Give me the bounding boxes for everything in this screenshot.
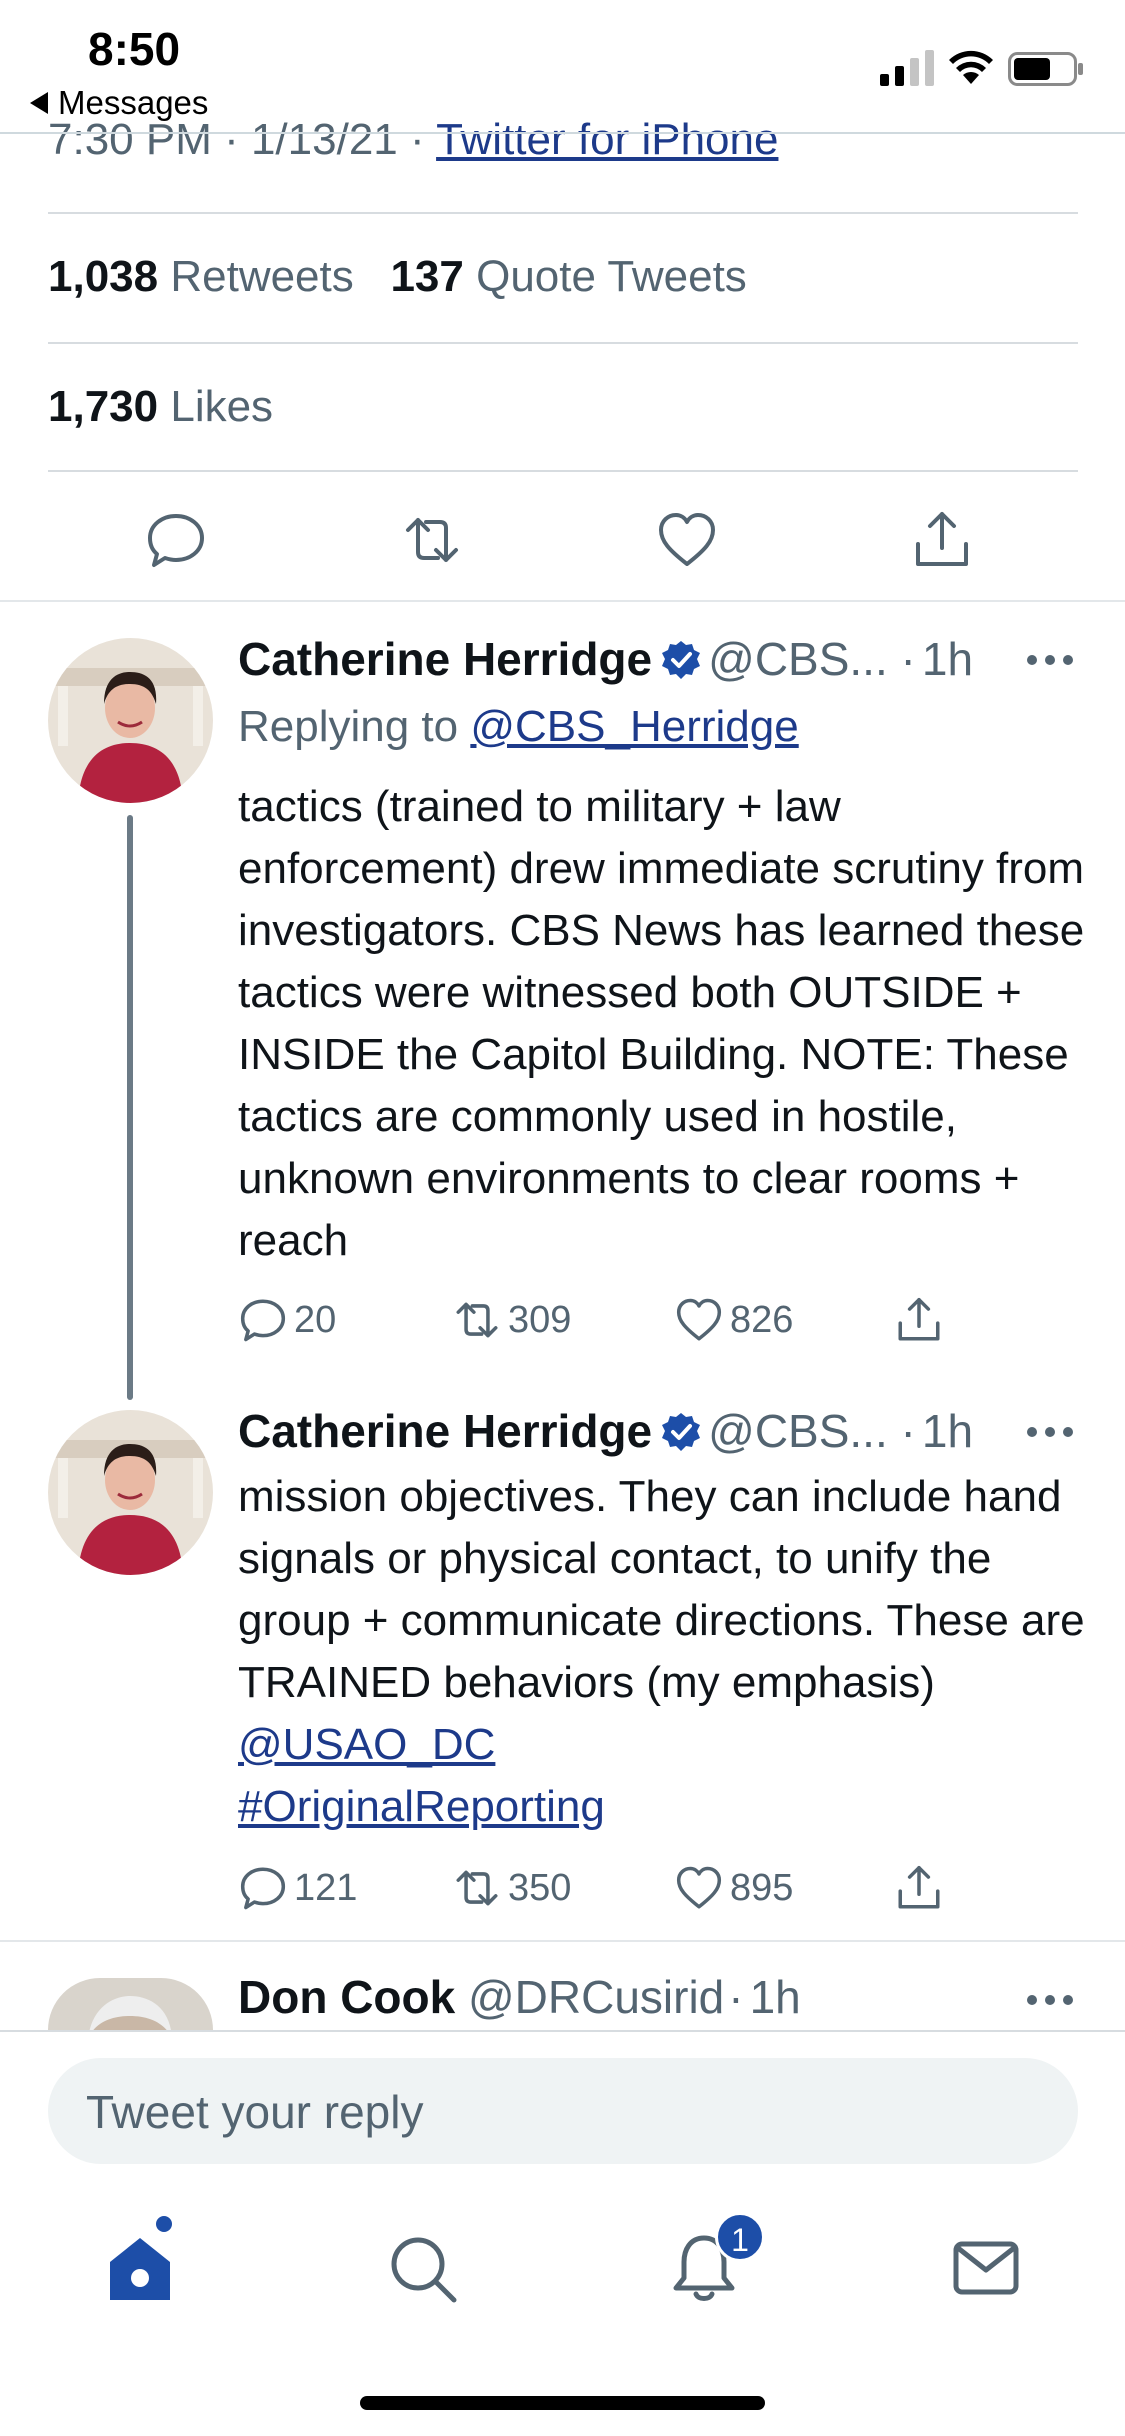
retweets-label: Retweets (170, 252, 354, 301)
author-name[interactable]: Catherine Herridge (238, 633, 652, 685)
tweet-time-date: 7:30 PM · 1/13/21 · (48, 115, 437, 164)
reply-icon[interactable] (144, 508, 208, 572)
verified-badge-icon (662, 641, 701, 679)
reply-button[interactable]: 121 (238, 1860, 357, 1916)
author-name[interactable]: Catherine Herridge (238, 1405, 652, 1457)
wifi-icon (949, 50, 993, 84)
retweet-icon (456, 1302, 498, 1338)
like-button[interactable]: 895 (674, 1860, 793, 1916)
more-options-icon[interactable] (1025, 650, 1075, 670)
tweet-text: mission objectives. They can include han… (238, 1466, 1098, 1838)
separator-dot: · (728, 1971, 744, 2023)
reply-button[interactable]: 20 (238, 1292, 336, 1348)
avatar-photo (48, 1410, 213, 1575)
retweets-count: 1,038 (48, 252, 159, 301)
home-icon[interactable] (100, 2228, 180, 2308)
composer-divider (0, 2030, 1125, 2032)
mention-link[interactable]: @USAO_DC (238, 1720, 495, 1769)
tweet-time: 1h (921, 1405, 974, 1457)
replying-to-handle-link[interactable]: @CBS_Herridge (470, 702, 798, 751)
divider (48, 212, 1078, 214)
status-bar-divider (0, 132, 1125, 134)
retweet-count: 350 (508, 1866, 572, 1909)
status-bar: 8:50 Messages (0, 0, 1125, 132)
share-button[interactable] (894, 1860, 944, 1916)
author-handle[interactable]: @CBS... (708, 1405, 900, 1457)
avatar-photo (48, 1978, 213, 2030)
author-handle[interactable]: @DRCusirid (468, 1971, 724, 2023)
search-icon[interactable] (382, 2228, 462, 2308)
home-indicator[interactable] (360, 2396, 765, 2410)
tweet-divider (0, 1940, 1125, 1942)
share-icon (898, 1297, 940, 1341)
retweet-button[interactable]: 309 (452, 1292, 571, 1348)
reply-composer-input[interactable]: Tweet your reply (48, 2058, 1078, 2164)
replying-to-label: Replying to (238, 702, 471, 751)
author-handle[interactable]: @CBS... (708, 633, 900, 685)
status-time: 8:50 (88, 23, 181, 75)
more-options-icon[interactable] (1025, 1990, 1075, 2010)
likes-label: Likes (170, 382, 274, 431)
back-arrow-icon (30, 92, 48, 114)
battery-icon (1008, 52, 1083, 86)
reply-count: 20 (294, 1298, 337, 1341)
tweet-action-bar (0, 500, 1125, 580)
notification-badge: 1 (715, 2212, 765, 2262)
like-count: 895 (730, 1866, 794, 1909)
tweet-text-main: mission objectives. They can include han… (238, 1472, 1085, 1707)
verified-badge-icon (662, 1413, 701, 1451)
tweet-source-link[interactable]: Twitter for iPhone (436, 115, 778, 164)
more-options-icon[interactable] (1025, 1422, 1075, 1442)
home-new-content-dot (156, 2216, 172, 2232)
like-count: 826 (730, 1298, 794, 1341)
share-button[interactable] (894, 1292, 944, 1348)
tweet-action-bar: 121 350 895 (238, 1860, 1058, 1916)
separator-dot: · (900, 1405, 916, 1457)
separator-dot: · (900, 633, 916, 685)
avatar-photo (48, 638, 213, 803)
tweet-action-bar: 20 309 826 (238, 1292, 1058, 1348)
like-icon (676, 1298, 722, 1341)
cellular-signal-icon (880, 50, 934, 86)
like-icon (676, 1866, 722, 1909)
share-icon (898, 1865, 940, 1909)
retweet-stats[interactable]: 1,038 Retweets 137 Quote Tweets (48, 252, 747, 302)
author-name[interactable]: Don Cook (238, 1971, 455, 2023)
share-icon[interactable] (910, 508, 974, 572)
tweet-timestamp: 7:30 PM · 1/13/21 · Twitter for iPhone (48, 115, 778, 165)
tweet-time: 1h (921, 633, 974, 685)
avatar[interactable] (48, 1978, 213, 2030)
section-divider (0, 600, 1125, 602)
tweet-header: Catherine Herridge @CBS... · 1h (238, 632, 973, 686)
avatar[interactable] (48, 638, 213, 803)
messages-icon[interactable] (946, 2228, 1026, 2308)
thread-connector-line (127, 815, 133, 1400)
retweet-button[interactable]: 350 (452, 1860, 571, 1916)
tweet-header: Catherine Herridge @CBS... · 1h (238, 1404, 973, 1458)
composer-placeholder: Tweet your reply (86, 2086, 424, 2138)
tweet-time: 1h (749, 1971, 801, 2023)
divider (48, 470, 1078, 472)
hashtag-link[interactable]: #OriginalReporting (238, 1782, 605, 1831)
likes-count: 1,730 (48, 382, 159, 431)
quotes-label: Quote Tweets (476, 252, 747, 301)
avatar[interactable] (48, 1410, 213, 1575)
replying-to: Replying to @CBS_Herridge (238, 702, 799, 752)
divider (48, 342, 1078, 344)
reply-count: 121 (294, 1866, 358, 1909)
retweet-icon (456, 1870, 498, 1906)
reply-icon (240, 1867, 286, 1910)
tweet-text: tactics (trained to military + law enfor… (238, 782, 1085, 1265)
like-icon[interactable] (655, 508, 719, 572)
likes-stats[interactable]: 1,730 Likes (48, 382, 273, 432)
reply-icon (240, 1299, 286, 1342)
quotes-count: 137 (390, 252, 464, 301)
retweet-count: 309 (508, 1298, 572, 1341)
retweet-icon[interactable] (400, 508, 464, 572)
like-button[interactable]: 826 (674, 1292, 793, 1348)
tweet-header: Don Cook @DRCusirid· 1h (238, 1970, 801, 2024)
